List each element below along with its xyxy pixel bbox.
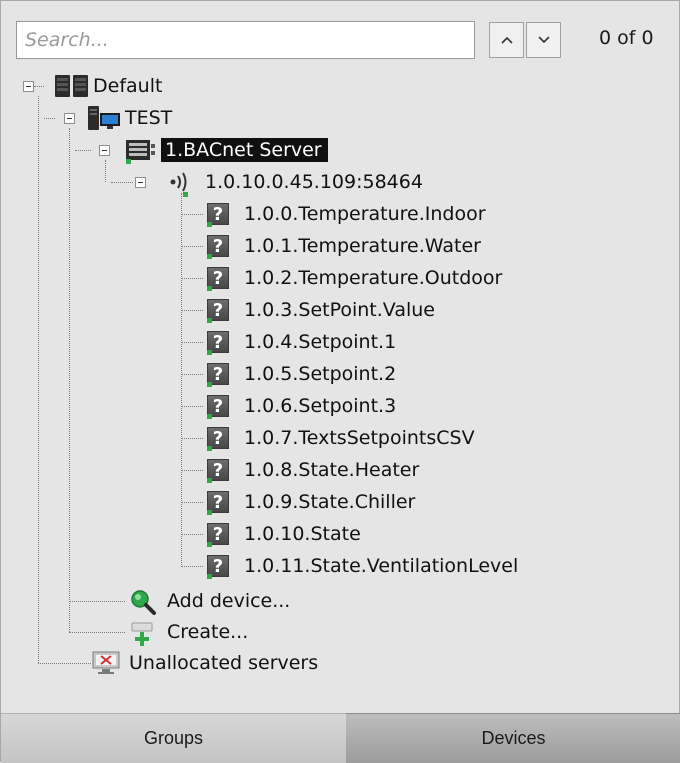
question-mark-icon: ? (207, 555, 229, 579)
question-mark-icon: ? (207, 395, 229, 419)
unallocated-servers-label: Unallocated servers (129, 652, 319, 674)
bottom-tab-bar: Groups Devices (1, 713, 680, 763)
question-mark-icon: ? (207, 203, 229, 227)
tree-connector (181, 534, 203, 535)
tree-connector (44, 118, 55, 119)
controller-icon (126, 140, 155, 164)
unallocated-server-icon (92, 651, 120, 674)
tree-object-label: 1.0.10.State (244, 523, 361, 545)
question-mark-icon: ? (207, 267, 229, 291)
tree-connector (181, 214, 203, 215)
device-tree-panel: 0 of 0 (0, 0, 680, 763)
collapse-toggle[interactable] (135, 177, 146, 188)
tree-connector (38, 96, 39, 663)
tree-connector (34, 86, 44, 87)
tree-connector (111, 182, 133, 183)
tree-connector (75, 150, 91, 151)
collapse-toggle[interactable] (23, 81, 34, 92)
tree-object-label: 1.0.2.Temperature.Outdoor (244, 267, 503, 289)
question-mark-icon: ? (207, 363, 229, 387)
tree-connector (181, 566, 203, 567)
server-group-icon (55, 75, 88, 97)
question-mark-icon: ? (207, 427, 229, 451)
tree-object-label: 1.0.8.State.Heater (244, 459, 420, 481)
network-signal-icon (170, 172, 188, 197)
tree-connector (181, 278, 203, 279)
tree-connector (181, 406, 203, 407)
tree-object-label: 1.0.7.TextsSetpointsCSV (244, 427, 475, 449)
tree-connector (105, 160, 106, 182)
tree-connector (38, 663, 91, 664)
tree-connector (181, 374, 203, 375)
create-plus-icon (131, 622, 153, 646)
question-mark-icon: ? (207, 491, 229, 515)
tree-connector (181, 342, 203, 343)
tree-node-label-selected: 1.BACnet Server (161, 138, 328, 162)
tree-node-label: 1.0.10.0.45.109:58464 (205, 171, 423, 193)
tree-connector (69, 632, 125, 633)
tree-object-label: 1.0.6.Setpoint.3 (244, 395, 397, 417)
tree-object-label: 1.0.4.Setpoint.1 (244, 331, 397, 353)
tree-connector (181, 246, 203, 247)
tree-connector (181, 470, 203, 471)
create-label: Create... (167, 621, 249, 643)
tree-object-label: 1.0.3.SetPoint.Value (244, 299, 435, 321)
device-tree[interactable]: Default TEST 1.BACnet Server 1.0.10.0.45… (1, 1, 680, 701)
tab-devices[interactable]: Devices (346, 713, 680, 763)
question-mark-icon: ? (207, 331, 229, 355)
tree-object-label: 1.0.9.State.Chiller (244, 491, 416, 513)
tree-connector (181, 502, 203, 503)
tree-connector (181, 310, 203, 311)
tree-object-label: 1.0.11.State.VentilationLevel (244, 555, 519, 577)
question-mark-icon: ? (207, 299, 229, 323)
collapse-toggle[interactable] (64, 113, 75, 124)
tree-connector (69, 128, 70, 632)
tree-connector (181, 193, 182, 567)
tree-object-label: 1.0.0.Temperature.Indoor (244, 203, 486, 225)
question-mark-icon: ? (207, 523, 229, 547)
tree-connector (69, 601, 125, 602)
tree-object-label: 1.0.5.Setpoint.2 (244, 363, 397, 385)
tab-groups[interactable]: Groups (1, 713, 346, 763)
add-device-label: Add device... (167, 590, 291, 612)
question-mark-icon: ? (207, 459, 229, 483)
tree-object-label: 1.0.1.Temperature.Water (244, 235, 481, 257)
computer-icon (88, 106, 120, 130)
tree-node-label: Default (93, 75, 163, 97)
tree-connector (181, 438, 203, 439)
magnifier-icon (131, 590, 156, 615)
tree-node-label: TEST (125, 107, 173, 129)
collapse-toggle[interactable] (99, 145, 110, 156)
question-mark-icon: ? (207, 235, 229, 259)
